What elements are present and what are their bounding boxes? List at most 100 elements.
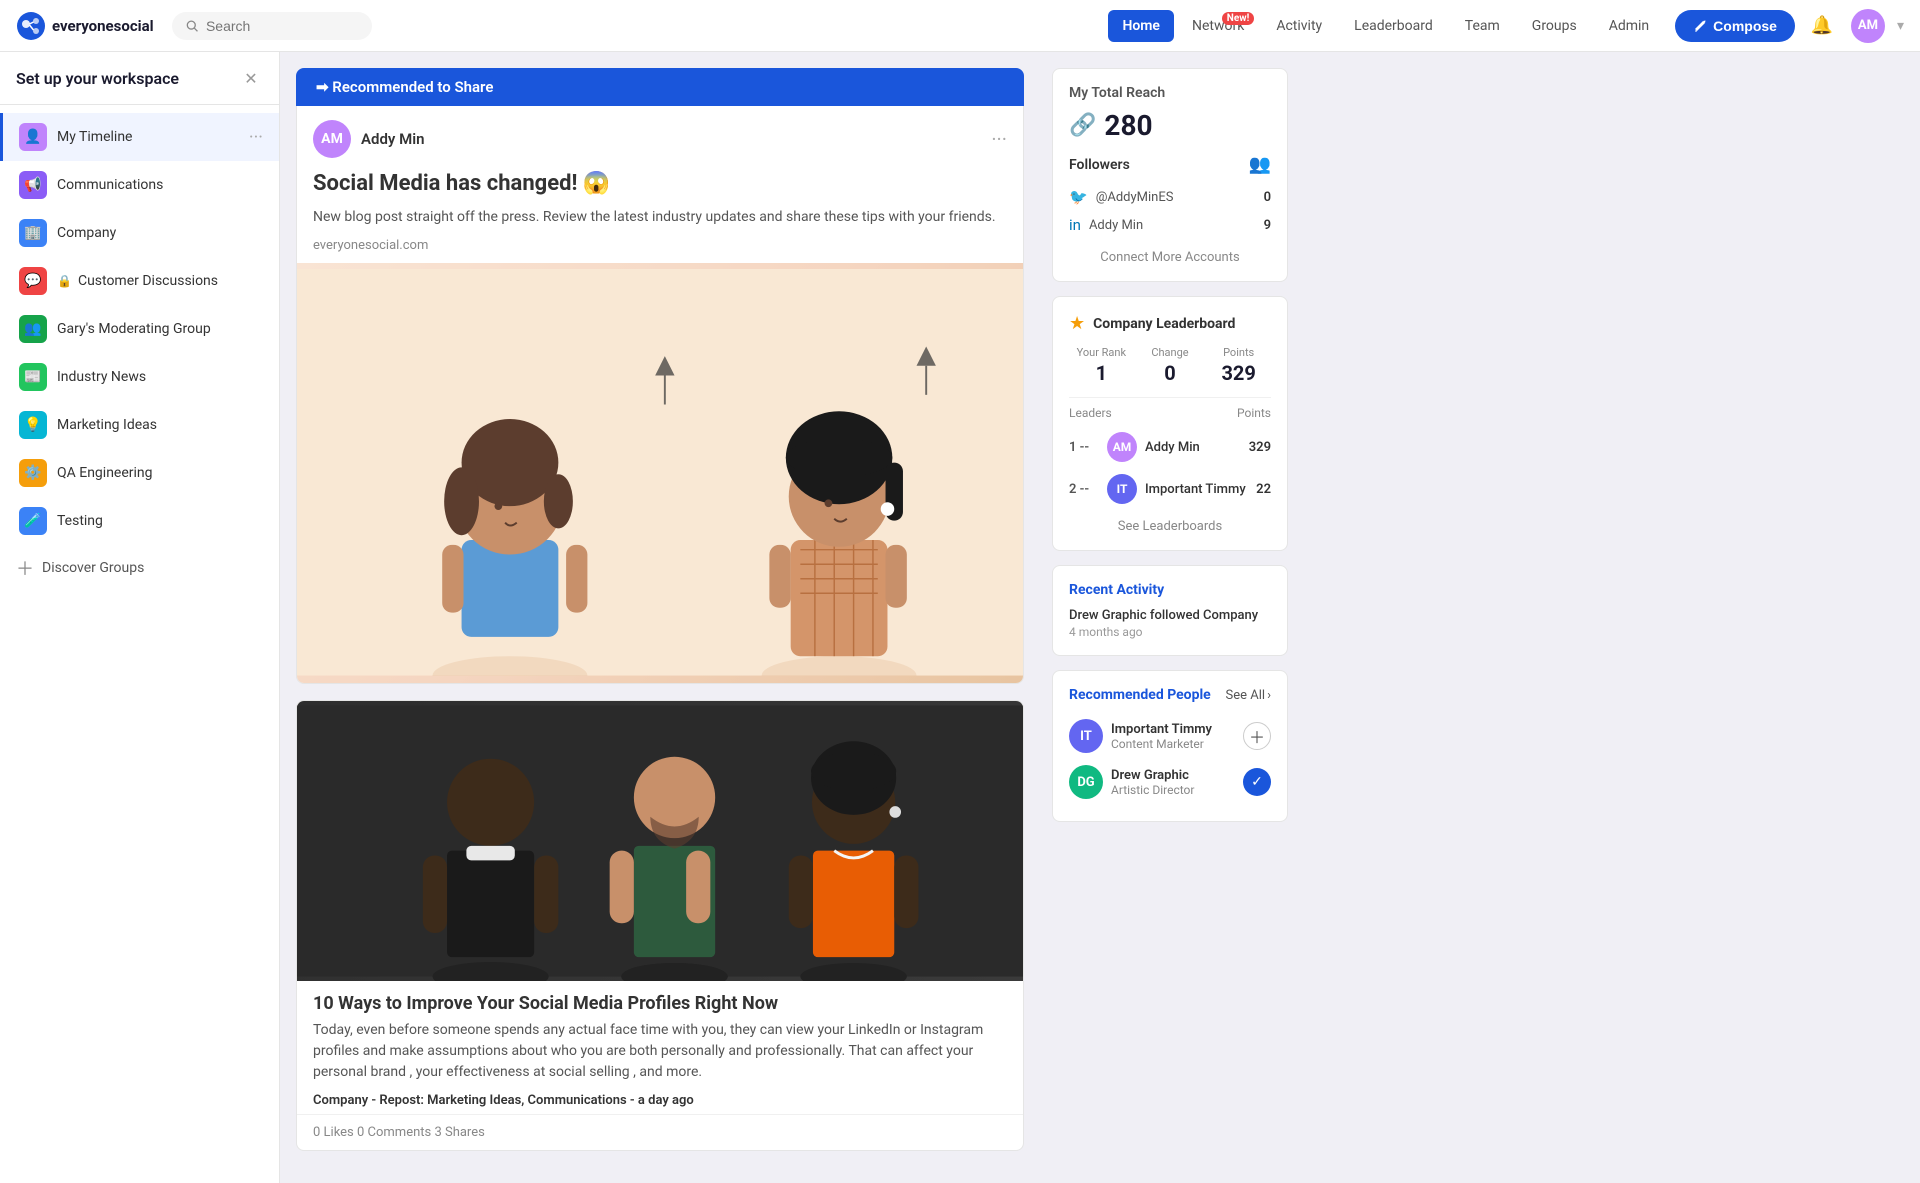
sidebar-item-communications[interactable]: 📢 Communications [0,161,279,209]
post-author: AM Addy Min [313,120,424,158]
sidebar-label-garys-group: Gary's Moderating Group [57,321,263,337]
nav-item-groups[interactable]: Groups [1518,10,1591,42]
post-more-button[interactable]: ··· [991,127,1007,151]
lb-stats: Your Rank 1 Change 0 Points 329 [1069,346,1271,385]
followers-manage-icon[interactable]: 👥 [1249,154,1271,175]
sidebar-item-my-timeline[interactable]: 👤 My Timeline ··· [0,113,279,161]
reach-number: 280 [1104,109,1152,142]
rec-person-2-name: Drew Graphic [1111,768,1194,783]
leaderboard-card: ★ Company Leaderboard Your Rank 1 Change… [1052,296,1288,551]
sidebar-item-company[interactable]: 🏢 Company [0,209,279,257]
rec-person-1-info: IT Important Timmy Content Marketer [1069,719,1212,753]
see-all-button[interactable]: See All › [1226,688,1271,703]
post-description: New blog post straight off the press. Re… [297,207,1023,238]
sidebar-label-communications: Communications [57,177,263,193]
sidebar-item-qa-engineering[interactable]: ⚙️ QA Engineering [0,449,279,497]
points-label: Points [1206,346,1271,359]
nav-icons: 🔔 AM ▾ [1805,9,1904,43]
search-input[interactable] [206,18,358,34]
reach-row: 🔗 280 [1069,109,1271,142]
rec-avatar-2: DG [1069,765,1103,799]
logo-icon [16,11,46,41]
sidebar-item-marketing-ideas[interactable]: 💡 Marketing Ideas [0,401,279,449]
rec-connected-button-2[interactable]: ✓ [1243,768,1271,796]
linkedin-icon: in [1069,216,1081,234]
user-avatar-button[interactable]: AM [1851,9,1885,43]
reach-icon: 🔗 [1069,113,1096,138]
nav-item-team[interactable]: Team [1451,10,1514,42]
setup-banner: Set up your workspace ✕ [0,52,279,105]
post-header: AM Addy Min ··· [297,106,1023,166]
post-author-avatar: AM [313,120,351,158]
discover-groups-label: Discover Groups [42,560,144,576]
twitter-handle: @AddyMinES [1096,190,1174,205]
add-icon: ＋ [16,555,34,581]
rec-person-2-info: DG Drew Graphic Artistic Director [1069,765,1194,799]
second-post-description: Today, even before someone spends any ac… [297,1020,1023,1093]
leaderboard-title: Company Leaderboard [1093,316,1235,332]
user-dropdown-chevron[interactable]: ▾ [1897,18,1904,34]
rec-add-button-1[interactable]: ＋ [1243,722,1271,750]
sidebar-label-qa-engineering: QA Engineering [57,465,263,481]
nav-item-leaderboard[interactable]: Leaderboard [1340,10,1447,42]
see-leaderboards-link[interactable]: See Leaderboards [1069,518,1271,534]
compose-label: Compose [1713,18,1777,34]
twitter-count: 0 [1264,190,1271,205]
compose-button[interactable]: Compose [1675,10,1795,42]
compose-icon [1693,19,1707,33]
nav-item-network[interactable]: Network New! [1178,10,1258,42]
lb-person-2[interactable]: 2 -- IT Important Timmy 22 [1069,468,1271,510]
recent-activity-card: Recent Activity Drew Graphic followed Co… [1052,565,1288,656]
sidebar-item-garys-group[interactable]: 👥 Gary's Moderating Group [0,305,279,353]
lb-person-1[interactable]: 1 -- AM Addy Min 329 [1069,426,1271,468]
sidebar-item-testing[interactable]: 🧪 Testing [0,497,279,545]
sidebar-more-my-timeline[interactable]: ··· [249,127,263,148]
leaders-points-label: Points [1237,406,1271,420]
lb-rank-1: 1 -- [1069,440,1099,455]
lb-name-1: Addy Min [1145,440,1241,455]
post-footer: 0 Likes 0 Comments 3 Shares [297,1114,1023,1150]
points-value: 329 [1206,361,1271,385]
lb-divider [1069,397,1271,398]
post-illustration [297,269,1023,676]
twitter-platform: 🐦 @AddyMinES [1069,188,1173,206]
sidebar-item-industry-news[interactable]: 📰 Industry News [0,353,279,401]
discover-groups-item[interactable]: ＋ Discover Groups [0,545,279,591]
nav-item-home[interactable]: Home [1108,10,1174,42]
nav-links: Home Network New! Activity Leaderboard T… [1108,10,1663,42]
sidebar-item-customer-discussions[interactable]: 💬 🔒 Customer Discussions [0,257,279,305]
nav-item-admin[interactable]: Admin [1595,10,1663,42]
sidebar-icon-company: 🏢 [19,219,47,247]
recent-activity-title: Recent Activity [1069,582,1271,598]
change-value: 0 [1138,361,1203,385]
rec-people-header: Recommended People See All › [1069,687,1271,703]
lb-avatar-1: AM [1107,432,1137,462]
twitter-icon: 🐦 [1069,188,1088,206]
lb-points-2: 22 [1256,482,1271,497]
lb-rank-col: Your Rank 1 [1069,346,1134,385]
rec-person-2-text: Drew Graphic Artistic Director [1111,768,1194,797]
nav-item-activity[interactable]: Activity [1262,10,1336,42]
sidebar-icon-communications: 📢 [19,171,47,199]
see-lb-label[interactable]: See Leaderboards [1118,519,1222,534]
app-logo[interactable]: everyonesocial [16,11,154,41]
change-label: Change [1138,346,1203,359]
rec-person-2-row: DG Drew Graphic Artistic Director ✓ [1069,759,1271,805]
lb-change-col: Change 0 [1138,346,1203,385]
post-link[interactable]: everyonesocial.com [297,238,1023,263]
notifications-button[interactable]: 🔔 [1805,9,1839,43]
post-stats: 0 Likes 0 Comments 3 Shares [313,1125,485,1140]
recommended-people-card: Recommended People See All › IT Importan… [1052,670,1288,822]
connect-more-link[interactable]: Connect More Accounts [1069,239,1271,265]
second-post-image [297,701,1023,981]
top-navigation: everyonesocial Home Network New! Activit… [0,0,1920,52]
sidebar-label-testing: Testing [57,513,263,529]
sidebar-icon-qa-engineering: ⚙️ [19,459,47,487]
leaderboard-header: ★ Company Leaderboard [1069,313,1271,334]
search-bar[interactable] [172,12,372,40]
sidebar-label-industry-news: Industry News [57,369,263,385]
activity-time: 4 months ago [1069,625,1271,639]
see-all-label: See All [1226,688,1266,703]
connect-more-label[interactable]: Connect More Accounts [1100,250,1239,265]
setup-close-button[interactable]: ✕ [239,66,263,90]
